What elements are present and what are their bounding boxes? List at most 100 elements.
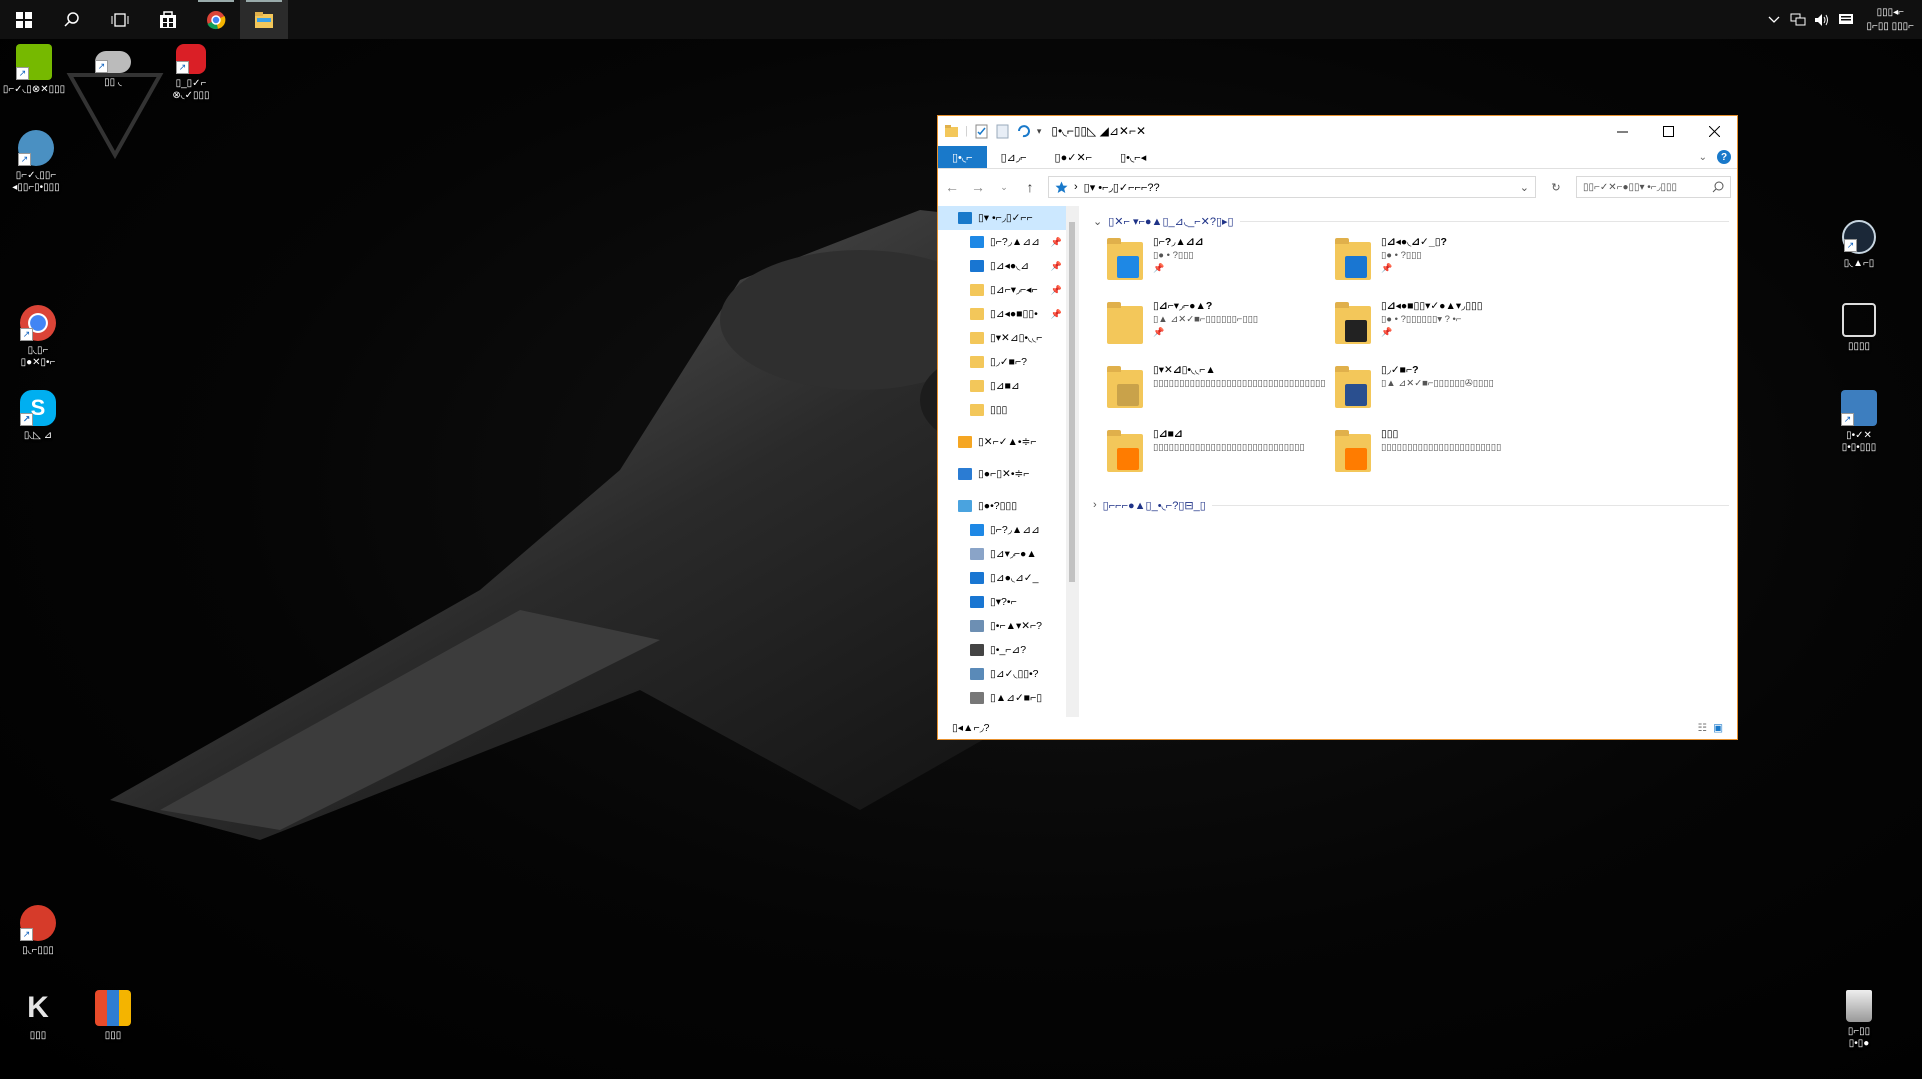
start-button[interactable] xyxy=(0,0,48,39)
group-title: ▯✕⌐ ▾⌐●▲▯_⊿◟_⌐✕?▯▸▯ xyxy=(1108,215,1234,228)
folder-tile-text: ▯⊿■⊿ ▯▯▯▯▯▯▯▯▯▯▯▯▯▯▯▯▯▯▯▯▯▯▯▯▯▯▯▯▯ xyxy=(1153,428,1305,453)
desktop-icon-steam[interactable]: ↗ ▯◟▲⌐▯ xyxy=(1821,220,1897,270)
desktop-icon-k-app[interactable]: K ▯▯▯ xyxy=(0,990,76,1042)
window-titlebar[interactable]: | ▾ ▯•◟⌐▯▯◺ ◢⊿✕⌐✕ xyxy=(938,116,1737,146)
nav-item-desktop[interactable]: ▯⌐?◞▲⊿⊿ xyxy=(938,518,1078,542)
desktop-icon-adobe-cc[interactable]: ↗ ▯_▯✓⌐ ⊗◟✓▯▯▯ xyxy=(153,44,229,102)
folder-tile[interactable]: ▯◞✓■⌐? ▯▲ ⊿✕✓■⌐▯▯▯▯▯▯✇▯▯▯▯ xyxy=(1333,360,1561,424)
file-explorer-taskbar-button[interactable] xyxy=(240,0,288,39)
nav-item-onedrive[interactable]: ▯●⌐▯✕•≑⌐ xyxy=(938,462,1078,486)
group-header-frequent[interactable]: ⌄ ▯✕⌐ ▾⌐●▲▯_⊿◟_⌐✕?▯▸▯ xyxy=(1093,210,1737,232)
desktop-icon-app-r3[interactable]: ↗ ▯•✓✕ ▯•▯•▯▯▯ xyxy=(1821,390,1897,454)
documents-icon xyxy=(970,548,984,560)
help-icon[interactable]: ? xyxy=(1717,150,1731,164)
separator: | xyxy=(965,125,968,137)
store-button[interactable] xyxy=(144,0,192,39)
nav-item-folder[interactable]: ▯▯▯ xyxy=(938,398,1078,422)
geforce-icon: ↗ xyxy=(16,44,52,80)
nav-item-quick-access[interactable]: ▯▾ •⌐◞▯✓⌐⌐ xyxy=(938,206,1078,230)
desktop-icon-gamepad[interactable]: ↗ ▯▯ ◟ xyxy=(75,44,151,89)
folder-tile-text: ▯⊿◂●■▯▯▾✓●▲▾◞▯▯▯ ▯● • ?▯▯▯▯▯▯▾ ? •⌐ 📌 xyxy=(1381,300,1483,338)
up-arrow-icon[interactable]: ↑ xyxy=(1022,179,1038,195)
qat-dropdown-icon[interactable]: ▾ xyxy=(1037,126,1042,137)
undo-icon[interactable] xyxy=(1016,124,1031,139)
steam-icon: ↗ xyxy=(1842,220,1876,254)
address-bar[interactable]: › ▯▾ •⌐◞▯✓⌐⌐⌐?? ⌄ xyxy=(1048,176,1536,198)
ribbon-tabs: ▯•◟⌐ ▯⊿◞⌐ ▯●✓✕⌐ ▯•◟⌐◂ ⌄ ? xyxy=(938,146,1737,169)
folder-tile[interactable]: ▯⌐?◞▲⊿⊿ ▯● • ?▯▯▯ 📌 xyxy=(1105,232,1333,296)
nav-item-local-disk[interactable]: ▯⊿✓◟▯▯•? xyxy=(938,662,1078,686)
nav-item-desktop[interactable]: ▯⌐?◞▲⊿⊿ 📌 xyxy=(938,230,1078,254)
nav-item-pictures[interactable]: ▯⊿◂●■▯▯• 📌 xyxy=(938,302,1078,326)
desktop-icon-winrar[interactable]: ▯▯▯ xyxy=(75,990,151,1042)
nav-item-documents[interactable]: ▯⊿⌐▾◞⌐◂⌐ 📌 xyxy=(938,278,1078,302)
nav-item-creative-cloud[interactable]: ▯✕⌐✓▲•≑⌐ xyxy=(938,430,1078,454)
desktop-icon-recycle-bin[interactable]: ▯⌐▯▯ ▯•▯● xyxy=(1821,990,1897,1050)
nav-item-label: ▯▾ •⌐◞▯✓⌐⌐ xyxy=(978,212,1033,224)
close-button[interactable] xyxy=(1691,116,1737,146)
large-icons-view-icon[interactable]: ▣ xyxy=(1713,722,1723,734)
app-picture-icon: ↗ xyxy=(1841,390,1877,426)
folder-tile[interactable]: ▯▯▯ ▯▯▯▯▯▯▯▯▯▯▯▯▯▯▯▯▯▯▯▯▯▯▯ xyxy=(1333,424,1561,488)
volume-icon[interactable] xyxy=(1813,12,1831,28)
desktop-icon-skype[interactable]: S ↗ ▯◟◺ ⊿ xyxy=(0,390,76,442)
nav-item-this-pc[interactable]: ▯●•?▯▯▯ xyxy=(938,494,1078,518)
desktop-icon-app-r2[interactable]: ▯▯▯▯ xyxy=(1821,303,1897,353)
details-view-icon[interactable]: ☷ xyxy=(1698,722,1707,734)
nav-item-downloads[interactable]: ▯⊿●◟⊿✓_ xyxy=(938,566,1078,590)
chrome-taskbar-button[interactable] xyxy=(192,0,240,39)
folder-name: ▯⊿◂●■▯▯▾✓●▲▾◞▯▯▯ xyxy=(1381,300,1483,312)
new-folder-icon[interactable] xyxy=(995,124,1010,139)
refresh-icon[interactable]: ↻ xyxy=(1546,181,1566,194)
search-box[interactable]: ▯▯⌐✓✕⌐●▯▯▾ •⌐◞▯▯▯ xyxy=(1576,176,1731,198)
folder-tile[interactable]: ▯⊿◂●◟⊿✓_▯? ▯● • ?▯▯▯ 📌 xyxy=(1333,232,1561,296)
nav-item-folder[interactable]: ▯▾✕⊿▯•◟◟⌐ xyxy=(938,326,1078,350)
group-header-recent[interactable]: › ▯⌐⌐⌐●▲▯_•◟⌐?▯⊟_▯ xyxy=(1093,494,1737,516)
maximize-button[interactable] xyxy=(1645,116,1691,146)
properties-icon[interactable] xyxy=(974,124,989,139)
nav-item-label: ▯▾✕⊿▯•◟◟⌐ xyxy=(990,332,1043,344)
address-dropdown-icon[interactable]: ⌄ xyxy=(1520,181,1529,194)
window-controls xyxy=(1599,116,1737,146)
folder-tile[interactable]: ▯▾✕⊿▯•◟◟⌐▲ ▯▯▯▯▯▯▯▯▯▯▯▯▯▯▯▯▯▯▯▯▯▯▯▯▯▯▯▯▯▯… xyxy=(1105,360,1333,424)
task-view-button[interactable] xyxy=(96,0,144,39)
folder-name: ▯⊿⌐▾◞⌐●▲? xyxy=(1153,300,1213,312)
desktop-icon-chrome[interactable]: ↗ ▯◟▯⌐ ▯●✕▯•⌐ xyxy=(0,305,76,369)
nav-item-documents[interactable]: ▯⊿▾◞⌐●▲ xyxy=(938,542,1078,566)
back-arrow-icon[interactable]: ← xyxy=(944,179,960,195)
chevron-up-icon[interactable] xyxy=(1765,12,1783,28)
tab-view[interactable]: ▯•◟⌐◂ xyxy=(1106,146,1160,168)
nav-item-label: ▯⊿●◟⊿✓_ xyxy=(990,572,1039,584)
nav-item-music[interactable]: ▯▾?•⌐ xyxy=(938,590,1078,614)
folder-tile[interactable]: ▯⊿⌐▾◞⌐●▲? ▯▲ ⊿✕✓■⌐▯▯▯▯▯▯⌐▯▯▯ 📌 xyxy=(1105,296,1333,360)
desktop-icon-app-4[interactable]: ↗ ▯⌐✓◟▯▯⌐ ◂▯▯⌐▯•▯▯▯ xyxy=(0,130,74,194)
forward-arrow-icon[interactable]: → xyxy=(970,179,986,195)
folder-tile[interactable]: ▯⊿■⊿ ▯▯▯▯▯▯▯▯▯▯▯▯▯▯▯▯▯▯▯▯▯▯▯▯▯▯▯▯▯ xyxy=(1105,424,1333,488)
taskbar-clock[interactable]: ▯▯▯◂⌐ ▯⌐▯▯ ▯▯▯⌐ xyxy=(1867,6,1914,34)
nav-scrollbar-thumb[interactable] xyxy=(1069,222,1075,582)
ribbon-right-controls: ⌄ ? xyxy=(1699,146,1737,168)
nav-scrollbar[interactable] xyxy=(1066,206,1078,717)
tab-file[interactable]: ▯•◟⌐ xyxy=(938,146,987,168)
expand-ribbon-icon[interactable]: ⌄ xyxy=(1699,152,1707,163)
tab-home[interactable]: ▯⊿◞⌐ xyxy=(987,146,1041,168)
pin-icon: 📌 xyxy=(1153,263,1165,273)
desktop-icon-ccleaner[interactable]: ↗ ▯◟⌐▯▯▯ xyxy=(0,905,76,957)
network-icon[interactable] xyxy=(1789,12,1807,28)
recent-locations-chevron-icon[interactable]: ⌄ xyxy=(996,182,1012,193)
tab-share[interactable]: ▯●✓✕⌐ xyxy=(1041,146,1107,168)
drive-icon xyxy=(970,692,984,704)
pin-icon: 📌 xyxy=(1381,263,1393,273)
search-button[interactable] xyxy=(48,0,96,39)
desktop-icon-geforce[interactable]: ↗ ▯⌐✓◟▯⊗✕▯▯▯ xyxy=(0,44,72,96)
folder-tile[interactable]: ▯⊿◂●■▯▯▾✓●▲▾◞▯▯▯ ▯● • ?▯▯▯▯▯▯▾ ? •⌐ 📌 xyxy=(1333,296,1561,360)
nav-item-videos[interactable]: ▯•_⌐⊿? xyxy=(938,638,1078,662)
minimize-button[interactable] xyxy=(1599,116,1645,146)
nav-item-folder[interactable]: ▯⊿■⊿ xyxy=(938,374,1078,398)
action-center-icon[interactable] xyxy=(1837,12,1855,28)
nav-item-pictures[interactable]: ▯•⌐▲▾✕⌐? xyxy=(938,614,1078,638)
nav-item-downloads[interactable]: ▯⊿◂●◟⊿ 📌 xyxy=(938,254,1078,278)
task-view-icon xyxy=(111,12,129,27)
nav-item-folder[interactable]: ▯◞✓■⌐? xyxy=(938,350,1078,374)
nav-item-drive[interactable]: ▯▲⊿✓■⌐▯ xyxy=(938,686,1078,710)
